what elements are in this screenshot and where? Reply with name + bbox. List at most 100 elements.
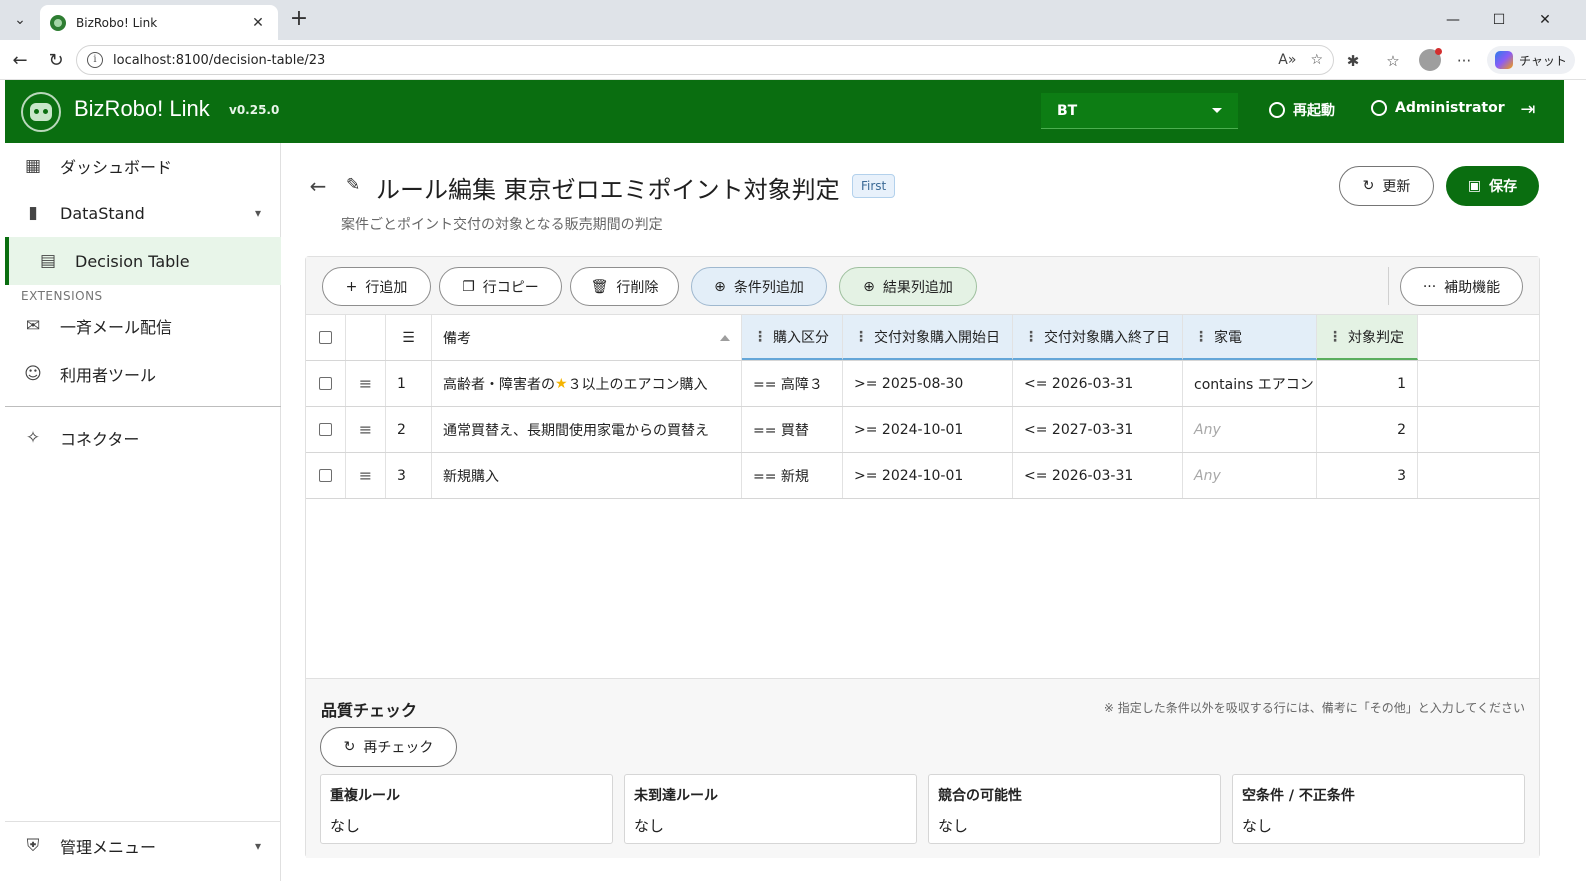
maximize-icon[interactable]: ☐: [1476, 0, 1522, 40]
column-menu-icon[interactable]: ⋮: [854, 329, 868, 345]
row-number: 2: [386, 407, 432, 452]
delete-row-button[interactable]: 🗑 行削除: [570, 267, 679, 306]
sort-ascending-icon[interactable]: [720, 334, 730, 341]
row-select-cell: [306, 361, 346, 406]
add-condition-column-button[interactable]: ⊕ 条件列追加: [691, 267, 827, 306]
extensions-icon[interactable]: ✱: [1342, 50, 1364, 72]
column-menu-icon[interactable]: ⋮: [1024, 329, 1038, 345]
favorites-icon[interactable]: ☆: [1382, 50, 1404, 72]
column-header-condition-2[interactable]: ⋮ 交付対象購入開始日: [843, 315, 1013, 360]
user-tool-icon: ☺: [24, 364, 42, 384]
recheck-label: 再チェック: [363, 740, 434, 756]
add-result-label: 結果列追加: [882, 279, 953, 296]
condition-cell[interactable]: Any: [1183, 407, 1317, 452]
sidebar-item-datastand[interactable]: ▮ DataStand ▾: [5, 190, 281, 236]
tab-list-chevron-icon[interactable]: ⌄: [6, 6, 34, 34]
duplicate-rules-box: 重複ルール なし: [320, 774, 613, 844]
extensions-heading: EXTENSIONS: [21, 289, 103, 303]
sidebar-item-user-tools[interactable]: ☺ 利用者ツール: [5, 351, 281, 397]
read-aloud-icon[interactable]: A»: [1278, 52, 1296, 68]
browser-tab[interactable]: BizRobo! Link ✕: [40, 5, 278, 40]
condition-cell[interactable]: <= 2026-03-31: [1013, 453, 1183, 498]
back-icon[interactable]: ←: [6, 46, 34, 74]
helper-button[interactable]: ··· 補助機能: [1400, 267, 1523, 306]
drag-handle-cell: ≡: [346, 453, 386, 498]
result-cell[interactable]: 3: [1317, 453, 1418, 498]
delete-row-label: 行削除: [616, 279, 659, 296]
new-tab-icon[interactable]: +: [285, 6, 313, 34]
user-label: Administrator: [1395, 100, 1505, 116]
table-header-row: ☰ 備考 ⋮ 購入区分 ⋮ 交付対象購入開始日 ⋮ 交付対象購入終了日 ⋮ 家電: [306, 315, 1539, 361]
site-info-icon[interactable]: i: [87, 52, 103, 68]
table-row[interactable]: ≡ 3 新規購入 == 新規 >= 2024-10-01 <= 2026-03-…: [306, 453, 1539, 499]
note-cell[interactable]: 通常買替え、長期間使用家電からの買替え: [432, 407, 742, 452]
tab-close-icon[interactable]: ✕: [248, 15, 268, 31]
url-text: localhost:8100/decision-table/23: [113, 52, 326, 68]
condition-cell[interactable]: == 新規: [742, 453, 843, 498]
condition-cell[interactable]: >= 2024-10-01: [843, 407, 1013, 452]
condition-cell[interactable]: >= 2025-08-30: [843, 361, 1013, 406]
more-horizontal-icon: ···: [1422, 278, 1437, 295]
logout-icon[interactable]: ⇥: [1517, 99, 1539, 121]
drag-handle-icon[interactable]: ≡: [359, 420, 372, 439]
more-icon[interactable]: ···: [1453, 50, 1475, 72]
add-row-button[interactable]: + 行追加: [322, 267, 431, 306]
condition-cell[interactable]: <= 2026-03-31: [1013, 361, 1183, 406]
add-result-column-button[interactable]: ⊕ 結果列追加: [839, 267, 977, 306]
note-cell[interactable]: 高齢者・障害者の ★ ３以上のエアコン購入: [432, 361, 742, 406]
window-close-icon[interactable]: ✕: [1522, 0, 1568, 40]
table-row[interactable]: ≡ 1 高齢者・障害者の ★ ３以上のエアコン購入 == 高障３ >= 2025-0…: [306, 361, 1539, 407]
sidebar-item-label: 利用者ツール: [60, 366, 157, 385]
decision-table-card: + 行追加 ❐ 行コピー 🗑 行削除 ⊕ 条件列追加 ⊕ 結果列追加 ··· 補…: [305, 256, 1540, 858]
condition-cell[interactable]: contains エアコン: [1183, 361, 1317, 406]
restart-button[interactable]: 再起動: [1269, 100, 1335, 120]
refresh-button[interactable]: ↻ 更新: [1339, 166, 1434, 206]
column-header-note[interactable]: 備考: [432, 315, 742, 360]
back-arrow-icon[interactable]: ←: [306, 174, 330, 198]
user-menu-button[interactable]: Administrator: [1371, 100, 1505, 116]
column-header-condition-3[interactable]: ⋮ 交付対象購入終了日: [1013, 315, 1183, 360]
column-menu-icon[interactable]: ⋮: [1328, 329, 1342, 345]
sidebar-item-dashboard[interactable]: ▦ ダッシュボード: [5, 143, 281, 189]
condition-cell[interactable]: <= 2027-03-31: [1013, 407, 1183, 452]
row-checkbox[interactable]: [319, 423, 332, 436]
drag-handle-icon[interactable]: ≡: [359, 374, 372, 393]
minimize-icon[interactable]: —: [1430, 0, 1476, 40]
column-menu-icon[interactable]: ⋮: [753, 329, 767, 345]
copilot-button[interactable]: チャット: [1487, 46, 1575, 74]
tenant-select[interactable]: BT: [1041, 93, 1238, 129]
select-all-checkbox[interactable]: [319, 331, 332, 344]
condition-cell[interactable]: == 高障３: [742, 361, 843, 406]
row-checkbox[interactable]: [319, 377, 332, 390]
drag-handle-icon[interactable]: ≡: [359, 466, 372, 485]
condition-cell[interactable]: Any: [1183, 453, 1317, 498]
mail-send-icon: ✉: [25, 316, 41, 336]
refresh-icon: ↻: [1362, 178, 1375, 194]
favorite-star-icon[interactable]: ☆: [1310, 52, 1323, 68]
invalid-conditions-box: 空条件 / 不正条件 なし: [1232, 774, 1525, 844]
plus-circle-icon: ⊕: [714, 278, 726, 295]
save-button[interactable]: ▣ 保存: [1446, 166, 1539, 206]
recheck-button[interactable]: ↻ 再チェック: [320, 727, 457, 767]
result-cell[interactable]: 1: [1317, 361, 1418, 406]
sidebar-item-decision-table[interactable]: ▤ Decision Table: [5, 237, 281, 285]
quality-box-title: 空条件 / 不正条件: [1242, 788, 1355, 804]
copy-row-button[interactable]: ❐ 行コピー: [439, 267, 562, 306]
row-checkbox[interactable]: [319, 469, 332, 482]
result-cell[interactable]: 2: [1317, 407, 1418, 452]
column-menu-icon[interactable]: ⋮: [1194, 329, 1208, 345]
table-row[interactable]: ≡ 2 通常買替え、長期間使用家電からの買替え == 買替 >= 2024-10…: [306, 407, 1539, 453]
sidebar-item-connector[interactable]: ✧ コネクター: [5, 415, 281, 461]
reload-icon[interactable]: ↻: [42, 46, 70, 74]
condition-cell[interactable]: == 買替: [742, 407, 843, 452]
url-field[interactable]: i localhost:8100/decision-table/23 A» ☆: [76, 45, 1334, 75]
sidebar-item-admin-menu[interactable]: ⛨ 管理メニュー ▾: [5, 823, 281, 869]
condition-cell[interactable]: >= 2024-10-01: [843, 453, 1013, 498]
numbered-list-icon: ☰: [402, 329, 415, 346]
note-cell[interactable]: 新規購入: [432, 453, 742, 498]
column-header-result-1[interactable]: ⋮ 対象判定: [1317, 315, 1418, 360]
sidebar-item-bulk-mail[interactable]: ✉ 一斉メール配信: [5, 303, 281, 349]
column-header-condition-1[interactable]: ⋮ 購入区分: [742, 315, 843, 360]
column-header-condition-4[interactable]: ⋮ 家電: [1183, 315, 1317, 360]
puzzle-icon: ✧: [25, 428, 41, 448]
